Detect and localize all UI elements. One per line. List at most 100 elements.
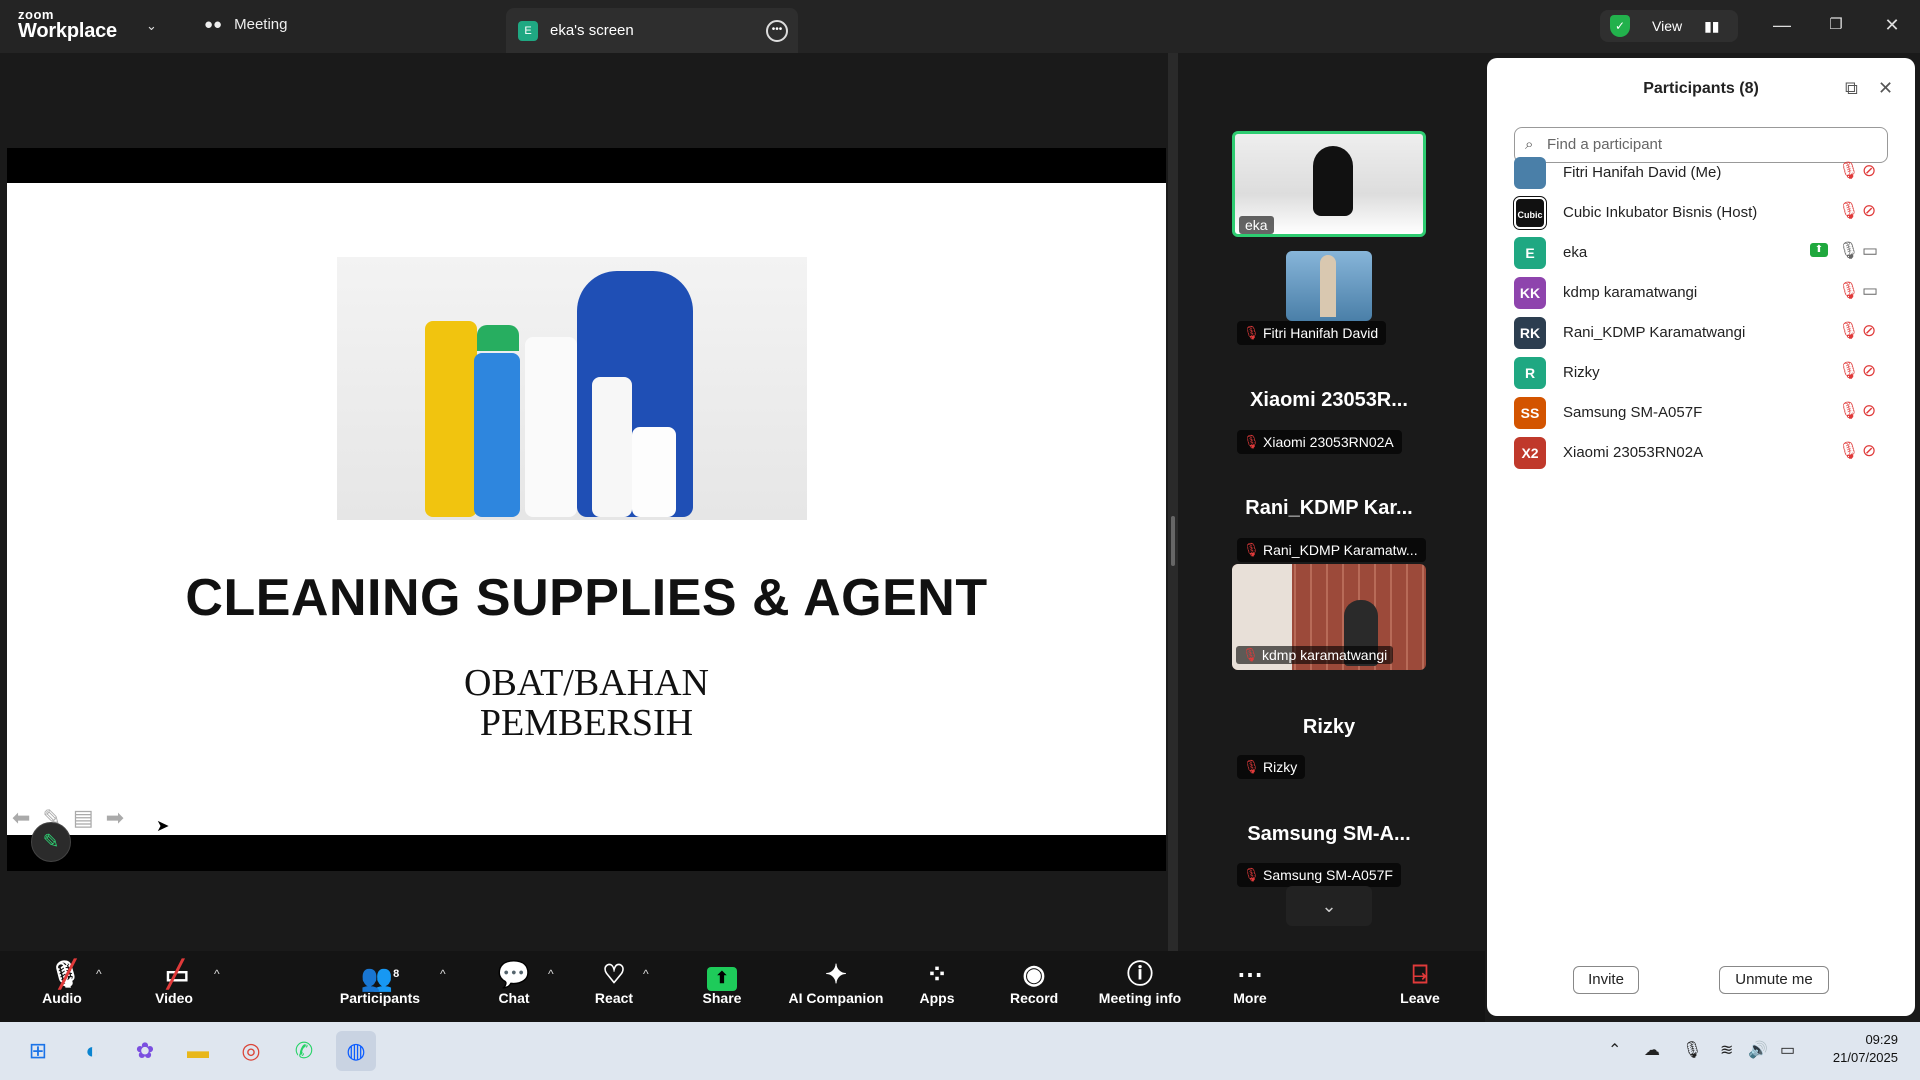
pen-icon: ✎: [42, 831, 60, 853]
react-button[interactable]: ♡ React: [592, 951, 636, 1022]
apps-button[interactable]: ⁘ Apps: [917, 951, 957, 1022]
audio-options-caret-icon[interactable]: ^: [96, 967, 102, 981]
wifi-icon[interactable]: ≋: [1720, 1040, 1733, 1060]
chat-button[interactable]: 💬 Chat: [492, 951, 536, 1022]
minimize-icon[interactable]: —: [1762, 10, 1802, 40]
video-off-icon[interactable]: ⊘: [1862, 361, 1876, 381]
tile-name-text: Xiaomi 23053RN02A: [1263, 434, 1394, 450]
pop-out-icon[interactable]: ⧉: [1845, 78, 1858, 99]
record-label: Record: [1010, 990, 1059, 1006]
invite-button[interactable]: Invite: [1573, 966, 1639, 994]
participants-options-caret-icon[interactable]: ^: [440, 967, 446, 981]
avatar-tile-fitri[interactable]: [1286, 251, 1372, 321]
file-explorer-icon[interactable]: ▬: [178, 1031, 218, 1071]
grid-view-icon: ▮▮: [1704, 17, 1720, 34]
tile-name-text: Samsung SM-A057F: [1263, 867, 1393, 883]
participant-name: eka: [1563, 244, 1588, 261]
ai-companion-button[interactable]: ✦ AI Companion: [786, 951, 886, 1022]
view-button[interactable]: ✓ View ▮▮: [1600, 10, 1738, 42]
participant-row[interactable]: Fitri Hanifah David (Me) 🎙 ⊘: [1514, 153, 1904, 193]
heart-icon: ♡: [602, 959, 626, 989]
react-options-caret-icon[interactable]: ^: [643, 967, 649, 981]
mic-muted-icon[interactable]: 🎙: [1838, 441, 1860, 461]
more-options-icon[interactable]: •••: [766, 20, 788, 42]
video-options-caret-icon[interactable]: ^: [214, 967, 220, 981]
participant-row[interactable]: X2 Xiaomi 23053RN02A 🎙 ⊘: [1514, 433, 1904, 473]
meeting-info-button[interactable]: ⓘ Meeting info: [1098, 951, 1182, 1022]
video-off-icon[interactable]: ⊘: [1862, 401, 1876, 421]
video-off-icon[interactable]: ⊘: [1862, 441, 1876, 461]
mic-icon[interactable]: 🎙: [1838, 241, 1860, 261]
mic-muted-icon[interactable]: 🎙: [1838, 401, 1860, 421]
participant-name: Rani_KDMP Karamatwangi: [1563, 324, 1746, 341]
more-button[interactable]: ⋯ More: [1230, 951, 1270, 1022]
participants-panel: Participants (8) ⧉ ✕ ⌕ Find a participan…: [1487, 58, 1915, 1016]
mic-muted-icon[interactable]: 🎙: [1838, 361, 1860, 381]
participant-row[interactable]: SS Samsung SM-A057F 🎙 ⊘: [1514, 393, 1904, 433]
unmute-me-button[interactable]: Unmute me: [1719, 966, 1829, 994]
arrow-left-icon[interactable]: ⬅: [12, 805, 30, 831]
chat-options-caret-icon[interactable]: ^: [548, 967, 554, 981]
more-icon: ⋯: [1237, 959, 1263, 989]
tile-bigname-rani: Rani_KDMP Kar...: [1245, 497, 1413, 519]
notes-icon[interactable]: ▤: [73, 805, 94, 831]
panel-splitter[interactable]: [1168, 53, 1178, 951]
video-tile-eka[interactable]: eka: [1232, 131, 1426, 237]
leave-button[interactable]: ⍈ Leave: [1398, 951, 1442, 1022]
share-button[interactable]: ⬆ Share: [700, 951, 744, 1022]
record-button[interactable]: ◉ Record: [1010, 951, 1058, 1022]
edge-icon[interactable]: ◐: [72, 1031, 112, 1071]
close-icon[interactable]: ✕: [1872, 10, 1912, 40]
video-button[interactable]: ▭╱ Video: [150, 951, 198, 1022]
annotate-button[interactable]: ✎: [31, 822, 71, 862]
video-off-icon[interactable]: ⊘: [1862, 161, 1876, 181]
chrome-icon[interactable]: ◎: [231, 1031, 271, 1071]
battery-icon[interactable]: ▭: [1780, 1040, 1795, 1060]
zoom-taskbar-icon[interactable]: ◍: [336, 1031, 376, 1071]
video-icon[interactable]: ▭: [1862, 281, 1878, 301]
mic-muted-icon[interactable]: 🎙: [1838, 321, 1860, 341]
arrow-right-icon[interactable]: ➡: [106, 805, 124, 831]
chevron-down-icon[interactable]: ⌄: [146, 18, 157, 34]
react-label: React: [594, 990, 634, 1006]
restore-icon[interactable]: ❐: [1816, 10, 1856, 40]
slide-title: CLEANING SUPPLIES & AGENT: [185, 569, 988, 627]
tile-bigname-xiaomi: Xiaomi 23053R...: [1250, 389, 1408, 411]
participant-row[interactable]: Eeka ⬆ 🎙 ▭: [1514, 233, 1904, 273]
video-tile-kdmp[interactable]: 🎙 kdmp karamatwangi: [1232, 564, 1426, 670]
participant-row[interactable]: R Rizky 🎙 ⊘: [1514, 353, 1904, 393]
tile-name-xiaomi: 🎙 Xiaomi 23053RN02A: [1237, 430, 1402, 454]
chevron-up-icon[interactable]: ⌃: [1608, 1040, 1621, 1060]
tile-name-text: kdmp karamatwangi: [1262, 647, 1388, 663]
splitter-grip[interactable]: [1171, 516, 1175, 566]
windows-start-icon[interactable]: ⊞: [18, 1031, 58, 1071]
mic-muted-icon[interactable]: 🎙: [1838, 161, 1860, 181]
cloud-off-icon[interactable]: ☁: [1644, 1040, 1660, 1060]
mic-muted-icon[interactable]: 🎙: [1838, 281, 1860, 301]
tab-shared-screen[interactable]: E eka's screen •••: [506, 8, 798, 53]
zoom-workplace-logo[interactable]: zoom Workplace: [18, 8, 117, 41]
participant-row[interactable]: RK Rani_KDMP Karamatwangi 🎙 ⊘: [1514, 313, 1904, 353]
close-icon[interactable]: ✕: [1878, 78, 1893, 99]
volume-icon[interactable]: 🔊: [1748, 1040, 1768, 1060]
whatsapp-icon[interactable]: ✆: [284, 1031, 324, 1071]
meeting-toolbar: 🎙╱ Audio ^ ▭╱ Video ^ 👥8 Participants ^ …: [0, 951, 1485, 1022]
tile-name-text: Rani_KDMP Karamatw...: [1263, 542, 1418, 558]
participants-button[interactable]: 👥8 Participants: [336, 951, 424, 1022]
tab-meeting[interactable]: ●● Meeting: [204, 16, 288, 33]
participant-row[interactable]: KK kdmp karamatwangi 🎙 ▭: [1514, 273, 1904, 313]
video-icon[interactable]: ▭: [1862, 241, 1878, 261]
tile-name-samsung: 🎙 Samsung SM-A057F: [1237, 863, 1401, 887]
mic-muted-icon: 🎙: [1243, 434, 1260, 449]
participant-row[interactable]: Cubic Cubic Inkubator Bisnis (Host) 🎙 ⊘: [1513, 193, 1904, 233]
video-off-icon[interactable]: ⊘: [1862, 321, 1876, 341]
gallery-scroll-down-button[interactable]: ⌄: [1286, 886, 1372, 926]
mic-tray-icon[interactable]: 🎙: [1682, 1040, 1702, 1060]
copilot-icon[interactable]: ✿: [125, 1031, 165, 1071]
video-off-icon[interactable]: ⊘: [1862, 201, 1876, 221]
mouse-cursor-icon: ➤: [156, 818, 170, 835]
mic-muted-icon: 🎙: [1243, 325, 1260, 340]
mic-muted-icon[interactable]: 🎙: [1838, 201, 1860, 221]
system-clock[interactable]: 09:29 21/07/2025: [1833, 1031, 1898, 1067]
audio-button[interactable]: 🎙╱ Audio: [40, 951, 84, 1022]
